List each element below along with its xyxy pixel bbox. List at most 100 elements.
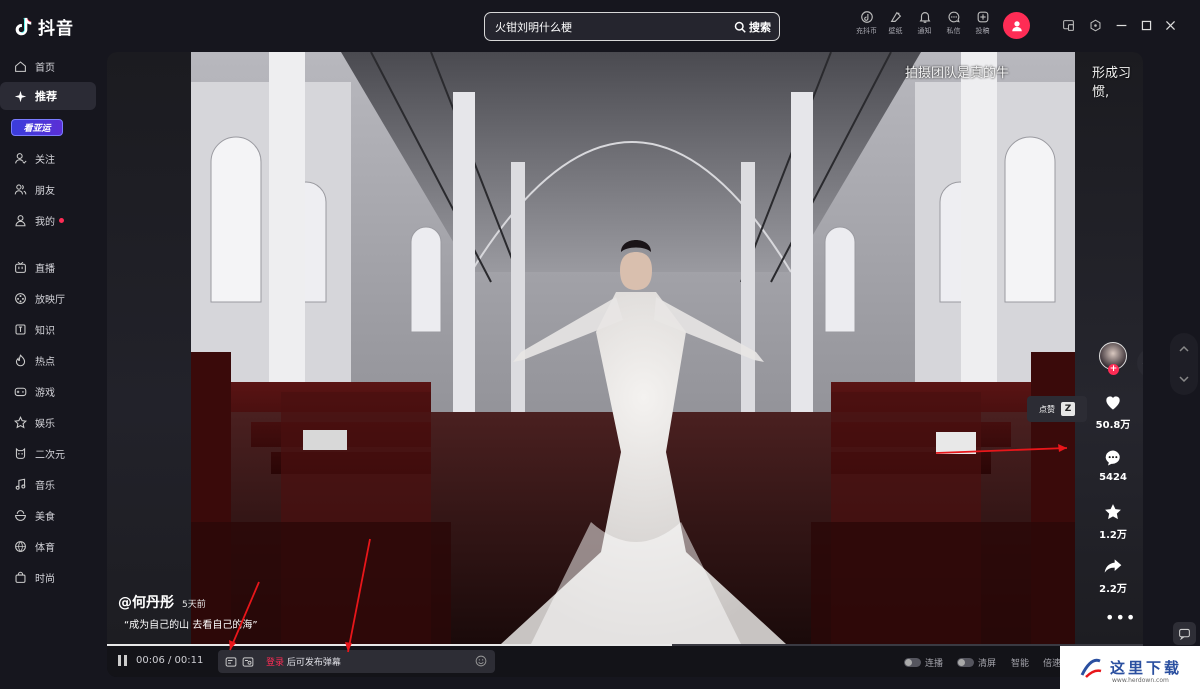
food-icon (15, 509, 26, 521)
favorite-count: 1.2万 (1099, 530, 1127, 541)
search-icon (734, 21, 746, 33)
sidebar-item-games[interactable]: 游戏 (0, 377, 96, 405)
watermark: 这里下载 www.herdown.com (1060, 646, 1200, 689)
watermark-url: www.herdown.com (1112, 677, 1169, 684)
sidebar-item-live[interactable]: 直播 (0, 253, 96, 281)
friends-icon (14, 183, 27, 194)
clear-screen-toggle[interactable]: 清屏 (957, 656, 996, 669)
star-icon (14, 415, 27, 428)
sidebar-item-mine[interactable]: 我的 (0, 206, 96, 234)
chevron-left-icon (1142, 362, 1143, 364)
sidebar-item-asian-games[interactable]: 看亚运 (11, 119, 63, 136)
ball-icon (15, 540, 26, 552)
share-count: 2.2万 (1099, 584, 1127, 595)
star-icon (1105, 504, 1121, 520)
video-player[interactable]: 拍摄团队是真的牛 形成习惯, @何丹彤 5天前 “成为自己的山 去看自己的海” … (107, 52, 1143, 677)
user-icon (15, 214, 26, 226)
danmaku-toggle-icon[interactable] (225, 656, 237, 668)
douyin-logo-icon (15, 17, 32, 35)
autoplay-toggle[interactable]: 连播 (904, 656, 943, 669)
progress-bar[interactable] (107, 644, 1143, 646)
clear-screen-switch[interactable] (957, 658, 974, 667)
client-download-button[interactable] (1061, 18, 1075, 32)
like-button[interactable]: 50.8万 (1093, 392, 1133, 431)
more-options-button[interactable]: ••• (1105, 608, 1136, 627)
emoji-icon[interactable] (475, 655, 487, 667)
music-icon (15, 478, 26, 490)
comment-icon (1105, 450, 1120, 466)
top-actions: 充抖币 壁纸 通知 私信 投稿 (852, 10, 997, 36)
pause-button[interactable] (118, 655, 127, 666)
login-link[interactable]: 登录 (266, 658, 284, 668)
danmaku-input[interactable]: 登录 后可发布弹幕 (218, 650, 495, 673)
sidebar: 首页 推荐 看亚运 关注 朋友 我的 直播 放映厅 知识 热点 游戏 娱乐 二次… (0, 52, 104, 689)
danmaku-settings-icon[interactable] (242, 656, 254, 668)
church-scene (191, 52, 1075, 644)
wallpaper-icon (890, 11, 901, 22)
upload-button[interactable]: 投稿 (968, 10, 997, 36)
close-button[interactable] (1163, 18, 1177, 32)
video-frame[interactable] (191, 52, 1075, 644)
bag-icon (15, 571, 26, 583)
settings-icon (1090, 19, 1100, 31)
sidebar-item-knowledge[interactable]: 知识 (0, 315, 96, 343)
coin-icon (860, 11, 873, 23)
recharge-button[interactable]: 充抖币 (852, 10, 881, 36)
sidebar-item-friends[interactable]: 朋友 (0, 175, 96, 203)
message-button[interactable]: 私信 (939, 10, 968, 36)
overlay-text-left: 拍摄团队是真的牛 (905, 66, 1010, 81)
like-tooltip: 点赞 Z (1027, 396, 1087, 422)
maximize-icon (1141, 20, 1151, 30)
minimize-button[interactable] (1114, 18, 1128, 32)
blurred-backdrop-left (107, 52, 191, 644)
feedback-button[interactable] (1173, 622, 1196, 645)
tooltip-label: 点赞 (1039, 404, 1055, 414)
sidebar-item-recommend[interactable]: 推荐 (0, 82, 96, 110)
anime-icon (15, 447, 26, 459)
sidebar-item-anime[interactable]: 二次元 (0, 439, 96, 467)
sidebar-item-entertainment[interactable]: 娱乐 (0, 408, 96, 436)
user-icon (1011, 20, 1022, 31)
video-switch-nav (1170, 333, 1198, 395)
wallpaper-button[interactable]: 壁纸 (881, 10, 910, 36)
autoplay-switch[interactable] (904, 658, 921, 667)
comment-button[interactable]: 5424 (1093, 448, 1133, 483)
flame-icon (15, 353, 26, 366)
sidebar-item-cinema[interactable]: 放映厅 (0, 284, 96, 312)
share-button[interactable]: 2.2万 (1093, 556, 1133, 595)
upload-icon (977, 11, 988, 23)
app-logo[interactable]: 抖音 (12, 14, 74, 39)
home-icon (15, 60, 26, 72)
video-caption: “成为自己的山 去看自己的海” (124, 620, 258, 631)
favorite-button[interactable]: 1.2万 (1093, 502, 1133, 541)
prev-video-icon[interactable] (1178, 343, 1190, 355)
search-input[interactable] (485, 13, 734, 40)
search-button-label: 搜索 (749, 20, 771, 34)
author-info: @何丹彤 5天前 (118, 592, 206, 612)
search-button[interactable]: 搜索 (734, 19, 779, 35)
sidebar-item-music[interactable]: 音乐 (0, 470, 96, 498)
follow-plus-button[interactable]: + (1108, 364, 1119, 375)
sidebar-item-home[interactable]: 首页 (0, 52, 96, 80)
top-bar: 抖音 搜索 充抖币 壁纸 通知 私信 投稿 (0, 0, 1200, 52)
unread-dot (59, 217, 64, 223)
quality-button[interactable]: 智能 (1011, 656, 1029, 669)
notification-button[interactable]: 通知 (910, 10, 939, 36)
sidebar-item-food[interactable]: 美食 (0, 501, 96, 529)
next-video-icon[interactable] (1178, 373, 1190, 385)
sidebar-item-follow[interactable]: 关注 (0, 144, 96, 172)
speed-button[interactable]: 倍速 (1043, 656, 1061, 669)
maximize-button[interactable] (1139, 18, 1153, 32)
comment-count: 5424 (1099, 472, 1127, 483)
film-icon (15, 292, 26, 304)
settings-button[interactable] (1088, 18, 1102, 32)
user-avatar[interactable] (1003, 12, 1030, 39)
playback-time: 00:06 / 00:11 (136, 655, 204, 666)
sidebar-item-hot[interactable]: 热点 (0, 346, 96, 374)
sidebar-item-fashion[interactable]: 时尚 (0, 563, 96, 591)
shortcut-key: Z (1061, 402, 1075, 416)
sidebar-item-sports[interactable]: 体育 (0, 532, 96, 560)
share-icon (1104, 559, 1122, 573)
author-name[interactable]: @何丹彤 (118, 592, 174, 612)
app-name: 抖音 (38, 19, 74, 39)
